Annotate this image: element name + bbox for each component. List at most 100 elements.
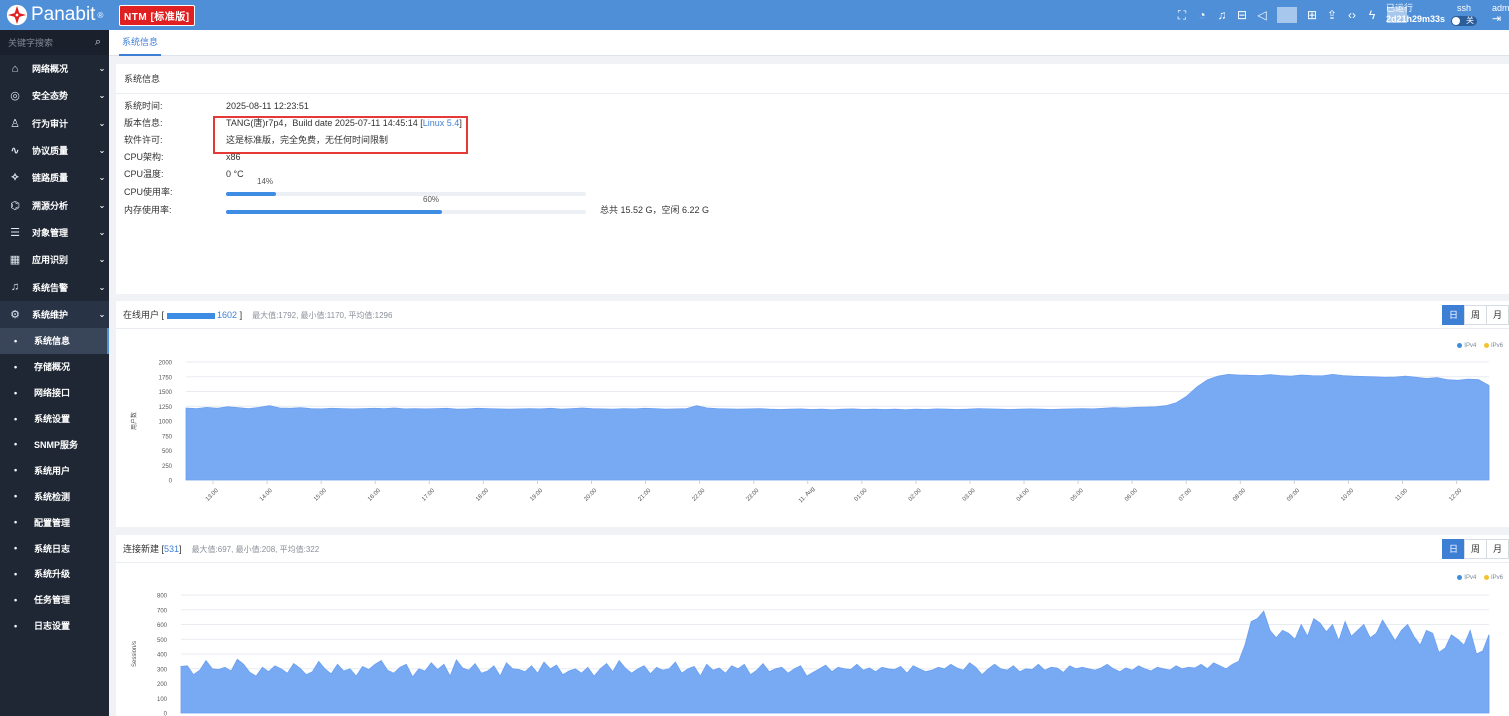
- chevron-down-icon: ⌄: [98, 255, 106, 265]
- bullet-icon: •: [14, 439, 18, 450]
- sidebar-subitem[interactable]: • 系统升级: [0, 561, 109, 587]
- edition-badge: NTM [标准版]: [119, 4, 195, 26]
- sidebar-item-label: 系统维护: [32, 309, 69, 320]
- sidebar-search[interactable]: 关键字搜索 ⌕: [0, 30, 109, 55]
- bullet-icon: •: [14, 465, 18, 476]
- y-tick-label: 600: [157, 623, 168, 629]
- sidebar-item-label: 协议质量: [32, 146, 69, 157]
- upload-icon[interactable]: ⇪: [1322, 8, 1342, 22]
- sidebar-item[interactable]: ⟡ 链路质量 ⌄: [0, 164, 109, 191]
- sidebar-item-label: 网络概况: [32, 64, 69, 75]
- sidebar-subitem[interactable]: • 系统信息: [0, 327, 109, 354]
- sidebar-subitem[interactable]: • 系统日志: [0, 535, 109, 561]
- uptime-value: 2d21h29m33s: [1386, 14, 1446, 24]
- bullet-icon: •: [14, 620, 18, 631]
- search-icon[interactable]: ⌕: [95, 36, 101, 49]
- gear-icon: ⚙: [10, 308, 20, 321]
- admin-menu[interactable]: adm ⇥: [1492, 3, 1509, 25]
- sidebar-subitem[interactable]: • 网络接口: [0, 380, 109, 406]
- online-users-period: 日 周 月: [1442, 305, 1509, 325]
- search-input[interactable]: 关键字搜索: [8, 36, 53, 49]
- sidebar-item[interactable]: ⌬ 溯源分析 ⌄: [0, 191, 109, 218]
- ssh-toggle[interactable]: 关: [1451, 16, 1477, 26]
- sidebar-item[interactable]: ⌂ 网络概况 ⌄: [0, 55, 109, 82]
- sidebar-subitem[interactable]: • 日志设置: [0, 613, 109, 639]
- x-tick-label: 15:00: [313, 487, 328, 502]
- period-month-button[interactable]: 月: [1486, 305, 1509, 325]
- period-month-button[interactable]: 月: [1486, 539, 1509, 559]
- sidebar-subitem[interactable]: • 系统用户: [0, 457, 109, 483]
- ipv4-series-area: [185, 373, 1490, 481]
- tab-system-info[interactable]: 系统信息: [119, 30, 162, 56]
- bell-icon[interactable]: ♫: [1212, 8, 1232, 22]
- sidebar-subitem[interactable]: • 存储概况: [0, 354, 109, 380]
- send-icon[interactable]: ◁: [1252, 8, 1272, 22]
- sidebar-item-label: 系统告警: [32, 282, 69, 293]
- y-tick-label: 500: [157, 638, 168, 644]
- y-tick-label: 0: [164, 712, 168, 716]
- sidebar-subitem[interactable]: • 任务管理: [0, 587, 109, 613]
- layout-icon[interactable]: ⊞: [1302, 8, 1322, 22]
- x-tick-label: 11:00: [1395, 488, 1410, 503]
- sidebar-item[interactable]: ∿ 协议质量 ⌄: [0, 137, 109, 164]
- sidebar-item[interactable]: ◎ 安全态势 ⌄: [0, 82, 109, 109]
- online-users-chart[interactable]: 0 250 500 750 1000 1250 1500 1750 2000 用户数 13:00 14…: [116, 333, 1509, 523]
- y-tick-label: 2000: [159, 361, 173, 367]
- sidebar-item-label: 安全态势: [32, 91, 69, 102]
- top-toolbar: ⛶ ◔ ♫ ⊟ ◁ ⊞ ⇪ ‹› ϟ: [1172, 0, 1412, 30]
- x-tick-label: 19:00: [529, 487, 544, 502]
- tab-bar: 系统信息: [109, 30, 1509, 56]
- pulse-icon: ∿: [10, 145, 20, 158]
- sidebar-item[interactable]: ⚙ 系统维护 ⌄: [0, 300, 109, 328]
- sidebar-item[interactable]: ♙ 行为审计 ⌄: [0, 110, 109, 137]
- ssh-toggle-text: 关: [1466, 16, 1474, 25]
- online-users-stats: 最大值:1792, 最小值:1170, 平均值:1296: [252, 311, 393, 320]
- sidebar-subitem[interactable]: • 系统检测: [0, 483, 109, 509]
- period-day-button[interactable]: 日: [1442, 305, 1465, 325]
- y-tick-label: 400: [157, 653, 168, 659]
- sidebar-item[interactable]: ▦ 应用识别 ⌄: [0, 246, 109, 273]
- x-tick-label: 09:00: [1286, 487, 1301, 502]
- sidebar-menu: ⌂ 网络概况 ⌄ ◎ 安全态势 ⌄ ♙ 行为审计 ⌄ ∿ 协议质量 ⌄ ⟡ 链路质量 ⌄ ⌬ 溯源分析 ⌄ ☰ 对象管…: [0, 55, 109, 639]
- sidebar-subitem[interactable]: • 配置管理: [0, 509, 109, 535]
- sidebar-subitem-label: 系统升级: [34, 569, 71, 580]
- logout-icon[interactable]: ⇥: [1492, 14, 1509, 25]
- sidebar-subitem-label: 系统日志: [34, 543, 71, 554]
- x-tick-label: 10:00: [1340, 487, 1355, 502]
- sidebar-item[interactable]: ☰ 对象管理 ⌄: [0, 219, 109, 246]
- period-week-button[interactable]: 周: [1464, 539, 1487, 559]
- sidebar-item[interactable]: ♫ 系统告警 ⌄: [0, 273, 109, 300]
- period-day-button[interactable]: 日: [1442, 539, 1465, 559]
- new-connections-close: ]: [179, 544, 182, 554]
- label-mem-usage: 内存使用率:: [124, 205, 172, 215]
- sidebar-subitem[interactable]: • SNMP服务: [0, 432, 109, 458]
- kernel-link[interactable]: Linux 5.4: [423, 118, 460, 128]
- bullet-icon: •: [14, 361, 18, 372]
- code-icon[interactable]: ‹›: [1342, 8, 1362, 22]
- mem-summary: 总共 15.52 G，空闲 6.22 G: [600, 205, 710, 215]
- toolbar-divider: [1277, 7, 1297, 23]
- label-system-time: 系统时间:: [124, 101, 163, 111]
- new-connections-chart[interactable]: 0 100 200 300 400 500 600 700 800 Session/s: [116, 566, 1509, 716]
- chevron-down-icon: ⌄: [98, 146, 106, 156]
- chevron-down-icon: ⌄: [98, 200, 106, 210]
- y-tick-label: 1250: [159, 405, 173, 411]
- label-license: 软件许可:: [124, 135, 163, 145]
- row-cpu-temp: CPU温度: 0 °C: [124, 166, 244, 183]
- x-tick-label: 16:00: [367, 487, 382, 502]
- new-connections-panel: 连接新建 [531] 最大值:697, 最小值:208, 平均值:322 日 周 …: [116, 535, 1509, 716]
- bolt-icon[interactable]: ϟ: [1362, 8, 1382, 22]
- fullscreen-icon[interactable]: ⛶: [1172, 8, 1192, 23]
- y-tick-label: 800: [157, 594, 168, 600]
- network-icon: ⟡: [11, 171, 19, 184]
- license-value: 这是标准版，完全免费，无任何时间限制: [226, 135, 389, 145]
- dashboard-icon[interactable]: ◔: [1192, 8, 1212, 22]
- x-tick-label: 02:00: [908, 487, 923, 502]
- logo[interactable]: Panabit ®: [0, 4, 109, 26]
- period-week-button[interactable]: 周: [1464, 305, 1487, 325]
- bullet-icon: •: [14, 543, 18, 554]
- bullet-icon: •: [14, 517, 18, 528]
- monitor-icon[interactable]: ⊟: [1232, 8, 1252, 22]
- sidebar-subitem[interactable]: • 系统设置: [0, 406, 109, 432]
- cpu-arch-value: x86: [226, 152, 241, 162]
